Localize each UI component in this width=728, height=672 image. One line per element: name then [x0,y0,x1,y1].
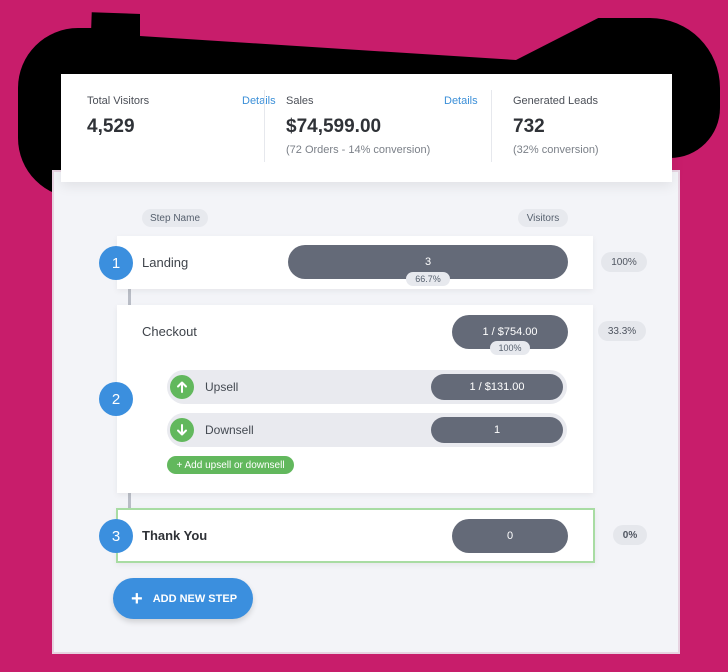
stat-subtext: (32% conversion) [513,144,599,156]
substep-name: Upsell [205,380,239,394]
connector-line [128,493,131,509]
substep-name: Downsell [205,423,254,437]
substep-upsell[interactable]: Upsell 1 / $131.00 [167,370,567,404]
step-number: 2 [99,382,133,416]
stat-label: Total Visitors [87,95,150,107]
add-step-label: ADD NEW STEP [152,592,238,605]
stat-label: Generated Leads [513,95,599,107]
visitors-header: Visitors [518,209,568,227]
conversion-badge: 66.7% [406,272,450,286]
details-link[interactable]: Details [242,95,276,107]
add-upsell-downsell-button[interactable]: + Add upsell or downsell [167,456,294,474]
step-name-header: Step Name [142,209,208,227]
step-name: Checkout [142,324,197,339]
visitors-percent: 0% [613,525,647,545]
arrow-up-icon [170,375,194,399]
step-number: 3 [99,519,133,553]
stat-total-visitors: Total Visitors Details 4,529 [87,74,287,182]
plus-icon: + [131,587,143,610]
stat-value: 4,529 [87,116,135,137]
substep-bar: 1 / $131.00 [431,374,563,400]
stat-value: 732 [513,116,545,137]
stat-sales: Sales Details $74,599.00 (72 Orders - 14… [286,74,486,182]
divider [264,90,265,162]
substep-bar: 1 [431,417,563,443]
stat-value: $74,599.00 [286,116,382,137]
step-name: Landing [142,255,189,270]
conversion-badge: 100% [490,341,530,355]
step-name: Thank You [142,528,208,543]
visitors-percent: 100% [601,252,647,272]
visitors-percent: 33.3% [598,321,646,341]
arrow-down-icon [170,418,194,442]
stat-label: Sales [286,95,314,107]
stat-generated-leads: Generated Leads 732 (32% conversion) [513,74,663,182]
add-new-step-button[interactable]: + ADD NEW STEP [113,578,253,619]
step-number: 1 [99,246,133,280]
substep-downsell[interactable]: Downsell 1 [167,413,567,447]
details-link[interactable]: Details [444,95,478,107]
step-bar: 0 [452,519,568,553]
divider [491,90,492,162]
stat-subtext: (72 Orders - 14% conversion) [286,144,431,156]
stats-header: Total Visitors Details 4,529 Sales Detai… [61,74,672,182]
connector-line [128,288,131,306]
